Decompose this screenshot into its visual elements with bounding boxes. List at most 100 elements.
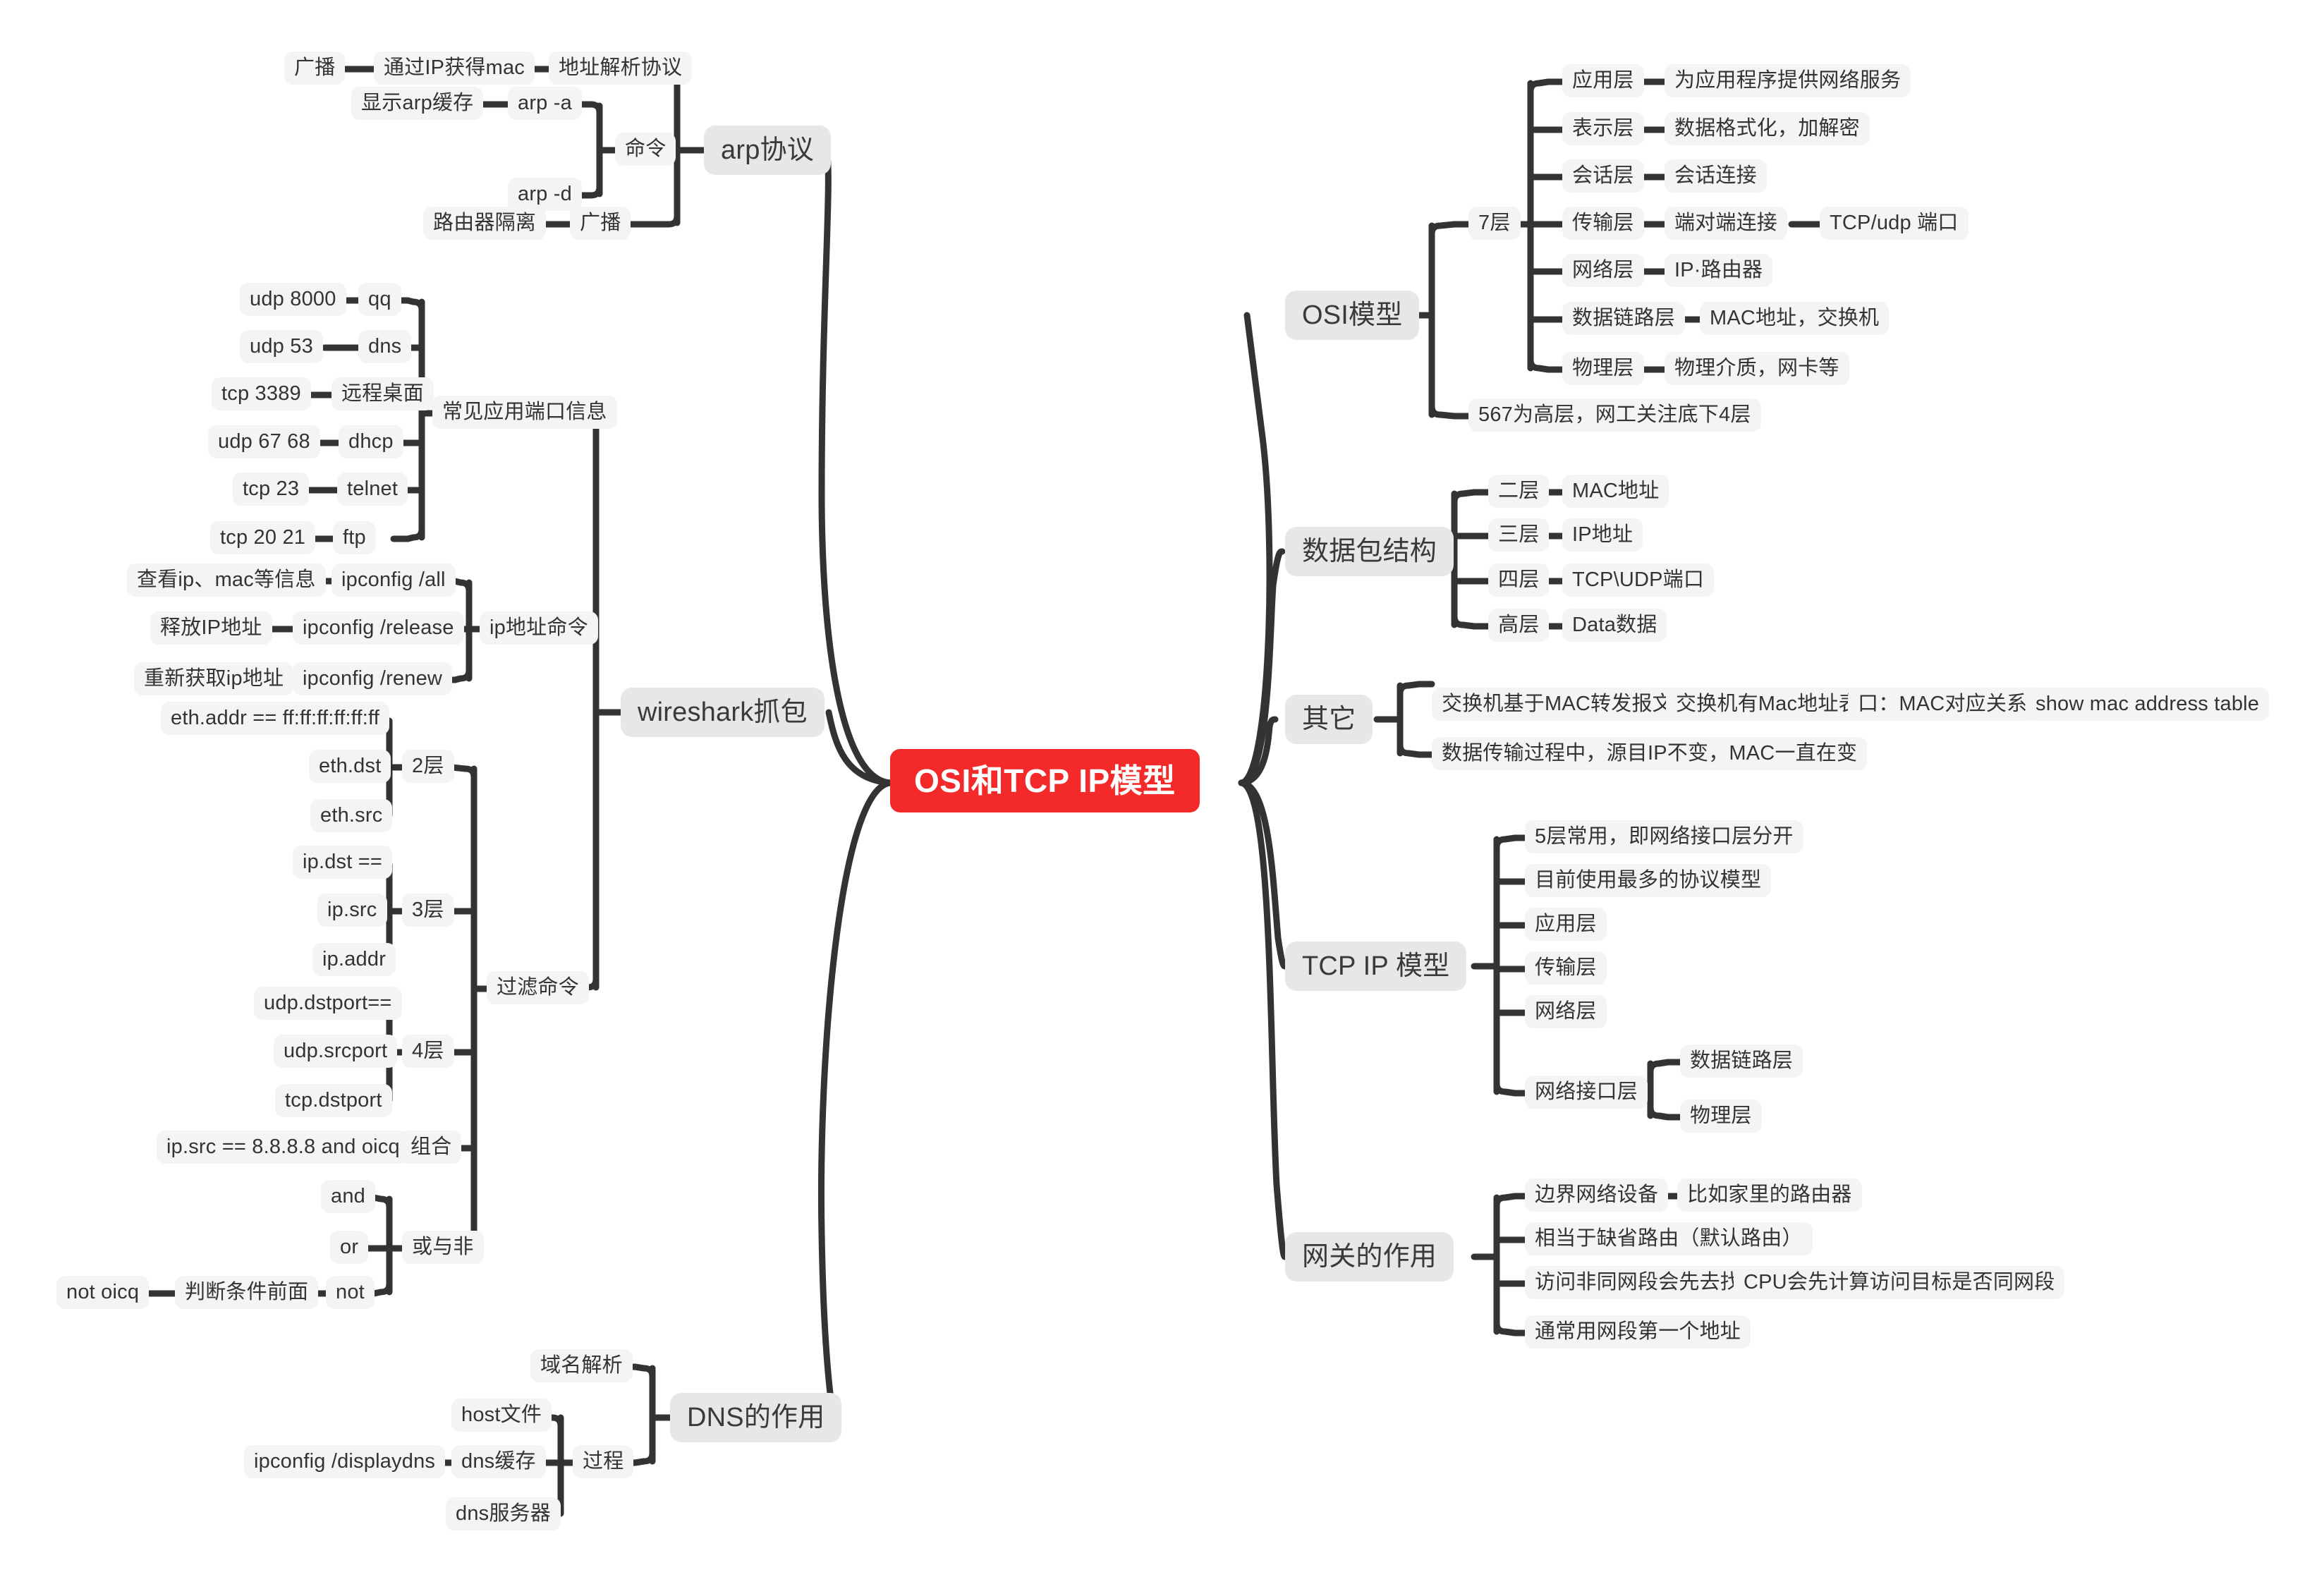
node-arp-addr-resolution[interactable]: 地址解析协议: [549, 51, 693, 85]
branch-node-gateway[interactable]: 网关的作用: [1285, 1232, 1454, 1281]
node-filter-l4-item-1[interactable]: udp.srcport: [274, 1035, 398, 1068]
node-osi-layer-name-5[interactable]: 数据链路层: [1562, 302, 1686, 335]
node-osi-layer-desc-6[interactable]: 物理介质，网卡等: [1665, 352, 1849, 385]
node-filter-l2-item-2[interactable]: eth.src: [310, 799, 393, 832]
node-arp-show-cache[interactable]: 显示arp缓存: [351, 87, 484, 120]
node-osi-layer-desc-4[interactable]: IP·路由器: [1665, 254, 1773, 287]
node-osi-layer-name-4[interactable]: 网络层: [1562, 254, 1644, 287]
node-osi-layer-desc-1[interactable]: 数据格式化，加解密: [1665, 112, 1870, 145]
node-port-app-0[interactable]: qq: [358, 283, 401, 316]
branch-node-tcpip[interactable]: TCP IP 模型: [1285, 942, 1467, 991]
node-packet-layer-3[interactable]: 高层: [1488, 609, 1550, 642]
node-packet-content-0[interactable]: MAC地址: [1562, 475, 1669, 508]
node-osi-layer-name-1[interactable]: 表示层: [1562, 112, 1644, 145]
node-other-chain-3[interactable]: show mac address table: [2026, 688, 2270, 721]
node-gateway-item-3[interactable]: 通常用网段第一个地址: [1525, 1315, 1751, 1348]
node-osi-layer-name-6[interactable]: 物理层: [1562, 352, 1644, 385]
node-logic-or[interactable]: or: [330, 1231, 369, 1264]
node-tcpip-iface-child-0[interactable]: 数据链路层: [1680, 1045, 1803, 1078]
node-osi-layer-desc-5[interactable]: MAC地址，交换机: [1700, 302, 1890, 335]
node-tcpip-item-2[interactable]: 应用层: [1525, 908, 1607, 941]
node-dns-process[interactable]: 过程: [573, 1445, 634, 1478]
node-osi-layer-name-0[interactable]: 应用层: [1562, 64, 1644, 97]
node-port-app-3[interactable]: dhcp: [339, 425, 403, 458]
node-logic-not[interactable]: not: [326, 1276, 375, 1309]
node-tcpip-item-0[interactable]: 5层常用，即网络接口层分开: [1525, 820, 1803, 853]
node-other-chain-2[interactable]: 口：MAC对应关系: [1848, 688, 2038, 721]
node-ipcmd-desc-0[interactable]: 查看ip、mac等信息: [127, 564, 326, 597]
node-ipcmd-0[interactable]: ipconfig /all: [331, 564, 456, 597]
node-tcpip-item-4[interactable]: 网络层: [1525, 995, 1607, 1028]
node-arp-broadcast-leaf[interactable]: 广播: [284, 51, 346, 85]
node-filter-combination[interactable]: 组合: [401, 1131, 462, 1164]
node-gateway-extra-2[interactable]: CPU会先计算访问目标是否同网段: [1734, 1266, 2065, 1299]
node-port-app-1[interactable]: dns: [358, 330, 412, 363]
node-dns-host-file[interactable]: host文件: [451, 1399, 552, 1432]
node-gateway-item-0[interactable]: 边界网络设备: [1525, 1179, 1669, 1212]
node-port-num-4[interactable]: tcp 23: [233, 473, 310, 506]
node-arp-a[interactable]: arp -a: [508, 87, 582, 120]
node-common-ports[interactable]: 常见应用端口信息: [432, 396, 617, 429]
branch-node-arp[interactable]: arp协议: [704, 126, 831, 175]
node-gateway-extra-0[interactable]: 比如家里的路由器: [1677, 1179, 1862, 1212]
node-dns-displaydns[interactable]: ipconfig /displaydns: [244, 1445, 446, 1478]
branch-node-other[interactable]: 其它: [1285, 695, 1373, 744]
node-tcpip-iface-child-1[interactable]: 物理层: [1680, 1100, 1762, 1133]
node-ipcmd-1[interactable]: ipconfig /release: [293, 611, 464, 645]
node-logic-not-example[interactable]: not oicq: [56, 1276, 150, 1309]
node-filter-l3-item-2[interactable]: ip.addr: [312, 943, 396, 976]
node-port-num-1[interactable]: udp 53: [240, 330, 323, 363]
node-osi-layer-desc-2[interactable]: 会话连接: [1665, 159, 1767, 193]
branch-node-dns[interactable]: DNS的作用: [670, 1393, 842, 1442]
node-filter-l3-item-0[interactable]: ip.dst ==: [293, 846, 393, 879]
node-tcpip-interface-layer[interactable]: 网络接口层: [1525, 1076, 1648, 1109]
node-osi-seven-layers[interactable]: 7层: [1468, 207, 1521, 240]
node-ipcmd-desc-1[interactable]: 释放IP地址: [150, 611, 272, 645]
node-osi-layer-name-2[interactable]: 会话层: [1562, 159, 1644, 193]
node-osi-layer-extra-3[interactable]: TCP/udp 端口: [1820, 207, 1969, 240]
node-filter-layer4[interactable]: 4层: [402, 1035, 454, 1068]
node-filter-l4-item-0[interactable]: udp.dstport==: [254, 987, 402, 1020]
root-node[interactable]: OSI和TCP IP模型: [890, 749, 1200, 812]
branch-node-packet[interactable]: 数据包结构: [1285, 527, 1454, 576]
node-filter-layer2[interactable]: 2层: [402, 750, 454, 783]
node-other-chain-0[interactable]: 交换机基于MAC转发报文: [1432, 688, 1683, 721]
node-ipcmd-2[interactable]: ipconfig /renew: [293, 662, 453, 695]
node-filter-commands[interactable]: 过滤命令: [487, 971, 589, 1004]
node-arp-broadcast[interactable]: 广播: [570, 207, 631, 240]
node-tcpip-item-1[interactable]: 目前使用最多的协议模型: [1525, 864, 1772, 897]
node-other-note[interactable]: 数据传输过程中，源目IP不变，MAC一直在变: [1432, 737, 1868, 770]
node-tcpip-item-3[interactable]: 传输层: [1525, 951, 1607, 985]
node-ipcmd-desc-2[interactable]: 重新获取ip地址: [134, 662, 294, 695]
node-port-num-5[interactable]: tcp 20 21: [210, 521, 316, 554]
node-osi-layer-name-3[interactable]: 传输层: [1562, 207, 1644, 240]
branch-node-osi[interactable]: OSI模型: [1285, 291, 1420, 340]
node-arp-get-mac-by-ip[interactable]: 通过IP获得mac: [374, 51, 535, 85]
node-packet-layer-0[interactable]: 二层: [1488, 475, 1550, 508]
node-port-num-0[interactable]: udp 8000: [240, 283, 346, 316]
node-gateway-item-1[interactable]: 相当于缺省路由（默认路由）: [1525, 1222, 1813, 1255]
node-osi-layer-desc-3[interactable]: 端对端连接: [1665, 207, 1788, 240]
node-packet-layer-1[interactable]: 三层: [1488, 518, 1550, 552]
node-other-chain-1[interactable]: 交换机有Mac地址表: [1666, 688, 1869, 721]
node-osi-note[interactable]: 567为高层，网工关注底下4层: [1468, 398, 1761, 432]
node-packet-layer-2[interactable]: 四层: [1488, 564, 1550, 597]
node-port-app-4[interactable]: telnet: [337, 473, 408, 506]
node-packet-content-1[interactable]: IP地址: [1562, 518, 1643, 552]
branch-node-wireshark[interactable]: wireshark抓包: [621, 688, 825, 737]
node-filter-combination-example[interactable]: ip.src == 8.8.8.8 and oicq: [157, 1131, 410, 1164]
node-filter-l3-item-1[interactable]: ip.src: [317, 894, 387, 927]
node-logic-and[interactable]: and: [321, 1180, 375, 1213]
node-filter-l2-item-0[interactable]: eth.addr == ff:ff:ff:ff:ff:ff: [161, 702, 390, 735]
node-arp-command[interactable]: 命令: [615, 133, 676, 166]
node-ip-commands[interactable]: ip地址命令: [480, 611, 598, 645]
node-filter-logic[interactable]: 或与非: [402, 1231, 484, 1264]
node-arp-d[interactable]: arp -d: [508, 178, 582, 211]
node-port-num-3[interactable]: udp 67 68: [208, 425, 320, 458]
node-filter-l4-item-2[interactable]: tcp.dstport: [275, 1084, 392, 1117]
node-port-num-2[interactable]: tcp 3389: [212, 377, 311, 410]
node-packet-content-3[interactable]: Data数据: [1562, 609, 1667, 642]
node-filter-layer3[interactable]: 3层: [402, 894, 454, 927]
node-dns-domain-resolution[interactable]: 域名解析: [530, 1349, 633, 1382]
node-dns-cache[interactable]: dns缓存: [451, 1445, 546, 1478]
